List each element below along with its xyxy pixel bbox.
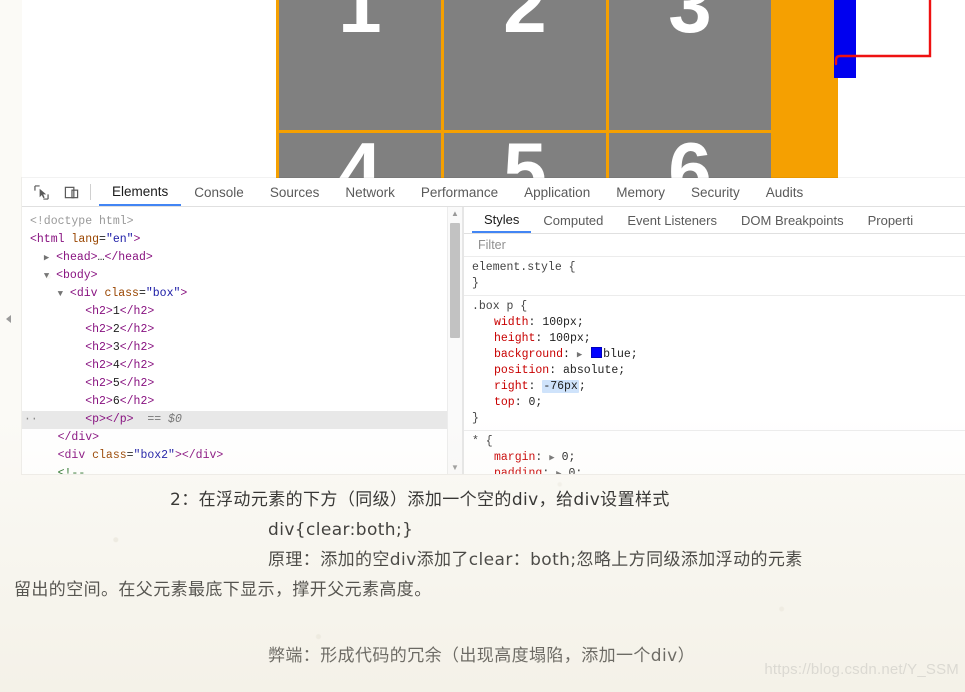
styles-rules-list: element.style { } .box p { width: 100px; …: [464, 257, 965, 474]
selected-node-marker: ··: [24, 413, 38, 426]
absolute-positioned-paragraph: [834, 0, 856, 78]
declaration-value[interactable]: 100px;: [549, 332, 590, 345]
rule-closing-brace: }: [472, 277, 479, 290]
rule-closing-brace: }: [472, 412, 479, 425]
left-edge-marker-icon: [6, 315, 11, 323]
collapse-arrow-icon[interactable]: ▼: [44, 271, 49, 281]
devtools-body: <!doctype html> <html lang="en"> ▶ <head>…: [22, 207, 965, 474]
style-rule[interactable]: element.style { }: [464, 257, 965, 296]
declaration-property[interactable]: background: [494, 348, 563, 361]
devtools-window: Elements Console Sources Network Perform…: [22, 178, 965, 474]
grid-cell: 2: [444, 0, 609, 133]
explanatory-notes: 2：在浮动元素的下方（同级）添加一个空的div，给div设置样式 div{cle…: [0, 485, 965, 671]
dom-tree-node[interactable]: ·· <p></p> == $0: [22, 411, 462, 429]
grid-cell: 4: [279, 131, 444, 178]
grid-cell: 3: [609, 0, 774, 133]
declaration-property[interactable]: padding: [494, 467, 542, 474]
styles-filter-input[interactable]: Filter: [464, 234, 965, 257]
dom-tree-node[interactable]: <h2>2</h2>: [22, 321, 462, 339]
tab-elements[interactable]: Elements: [99, 178, 182, 206]
dom-tree-node[interactable]: <html lang="en">: [22, 231, 462, 249]
styles-tab-list: Styles Computed Event Listeners DOM Brea…: [464, 207, 965, 234]
tab-console[interactable]: Console: [181, 178, 257, 206]
dom-tree-node[interactable]: <h2>3</h2>: [22, 339, 462, 357]
tab-audits[interactable]: Audits: [753, 178, 817, 206]
dom-tree-node[interactable]: </div>: [22, 429, 462, 447]
devtools-tab-list: Elements Console Sources Network Perform…: [99, 178, 816, 206]
dom-tree-node[interactable]: <div class="box2"></div>: [22, 447, 462, 465]
scroll-down-icon[interactable]: ▼: [451, 464, 459, 472]
declaration-value[interactable]: absolute;: [563, 364, 625, 377]
float-grid: 1 2 3 4 5 6: [279, 0, 774, 178]
devtools-toolbar: Elements Console Sources Network Perform…: [22, 178, 965, 207]
collapse-arrow-icon[interactable]: ▼: [58, 289, 63, 299]
declaration-property[interactable]: top: [494, 396, 515, 409]
browser-page-preview: 1 2 3 4 5 6: [0, 0, 965, 178]
dom-tree-scrollbar[interactable]: ▲ ▼: [447, 207, 462, 474]
rule-selector: .box p {: [472, 300, 528, 313]
tab-styles[interactable]: Styles: [472, 207, 532, 233]
declaration-value[interactable]: 0;: [562, 451, 576, 464]
dom-tree-node[interactable]: <h2>5</h2>: [22, 375, 462, 393]
style-rule[interactable]: * { margin: ▶ 0; padding: ▶ 0; }: [464, 431, 965, 474]
tab-application[interactable]: Application: [511, 178, 603, 206]
dom-tree-node[interactable]: <!doctype html>: [22, 213, 462, 231]
tab-properties[interactable]: Properti: [856, 207, 926, 233]
dom-tree-pane: <!doctype html> <html lang="en"> ▶ <head>…: [22, 207, 462, 474]
note-line-4: 留出的空间。在父元素最底下显示，撑开父元素高度。: [14, 580, 432, 600]
tab-memory[interactable]: Memory: [603, 178, 678, 206]
dom-tree[interactable]: <!doctype html> <html lang="en"> ▶ <head>…: [22, 207, 462, 474]
expand-arrow-icon[interactable]: ▶: [44, 253, 49, 263]
dom-tree-node[interactable]: <h2>1</h2>: [22, 303, 462, 321]
toolbar-divider: [90, 184, 91, 200]
tab-security[interactable]: Security: [678, 178, 753, 206]
scrollbar-thumb[interactable]: [450, 223, 460, 338]
tab-sources[interactable]: Sources: [257, 178, 333, 206]
dom-tree-node[interactable]: <!--: [22, 465, 462, 474]
declaration-property[interactable]: height: [494, 332, 535, 345]
styles-filter-placeholder: Filter: [478, 238, 506, 252]
dom-tree-node[interactable]: ▼ <body>: [22, 267, 462, 285]
tab-event-listeners[interactable]: Event Listeners: [615, 207, 729, 233]
grid-cell: 6: [609, 131, 774, 178]
note-line-2: div{clear:both;}: [268, 520, 414, 540]
declaration-value[interactable]: 100px;: [542, 316, 583, 329]
watermark: https://blog.csdn.net/Y_SSM: [764, 661, 959, 678]
declaration-property[interactable]: margin: [494, 451, 535, 464]
declaration-property[interactable]: right: [494, 380, 529, 393]
expand-shorthand-icon[interactable]: ▶: [556, 469, 561, 474]
declaration-value-editing[interactable]: -76px: [542, 380, 579, 393]
dom-tree-node[interactable]: <h2>6</h2>: [22, 393, 462, 411]
declaration-value[interactable]: blue;: [603, 348, 638, 361]
rule-selector: element.style {: [472, 261, 576, 274]
device-toolbar-icon[interactable]: [60, 181, 82, 203]
declaration-value[interactable]: 0;: [529, 396, 543, 409]
parent-box-float-container: 1 2 3 4 5 6: [276, 0, 838, 178]
grid-cell: 1: [279, 0, 444, 133]
style-rule[interactable]: .box p { width: 100px; height: 100px; ba…: [464, 296, 965, 431]
expand-shorthand-icon[interactable]: ▶: [549, 453, 554, 463]
grid-cell: 5: [444, 131, 609, 178]
tab-network[interactable]: Network: [332, 178, 408, 206]
tab-dom-breakpoints[interactable]: DOM Breakpoints: [729, 207, 856, 233]
dom-tree-node[interactable]: <h2>4</h2>: [22, 357, 462, 375]
styles-pane: Styles Computed Event Listeners DOM Brea…: [464, 207, 965, 474]
declaration-property[interactable]: width: [494, 316, 529, 329]
note-line-1: 2：在浮动元素的下方（同级）添加一个空的div，给div设置样式: [170, 490, 670, 510]
scroll-up-icon[interactable]: ▲: [451, 210, 459, 218]
expand-shorthand-icon[interactable]: ▶: [577, 350, 582, 360]
rule-selector: * {: [472, 435, 493, 448]
page-left-margin: [0, 0, 22, 178]
inspect-cursor-icon[interactable]: [30, 181, 52, 203]
declaration-property[interactable]: position: [494, 364, 549, 377]
declaration-value[interactable]: 0;: [568, 467, 582, 474]
dom-tree-node[interactable]: ▼ <div class="box">: [22, 285, 462, 303]
tab-computed[interactable]: Computed: [531, 207, 615, 233]
color-swatch-icon[interactable]: [591, 347, 603, 358]
tab-performance[interactable]: Performance: [408, 178, 511, 206]
dom-tree-node[interactable]: ▶ <head>…</head>: [22, 249, 462, 267]
note-line-3: 原理：添加的空div添加了clear：both;忽略上方同级添加浮动的元素: [268, 550, 803, 570]
